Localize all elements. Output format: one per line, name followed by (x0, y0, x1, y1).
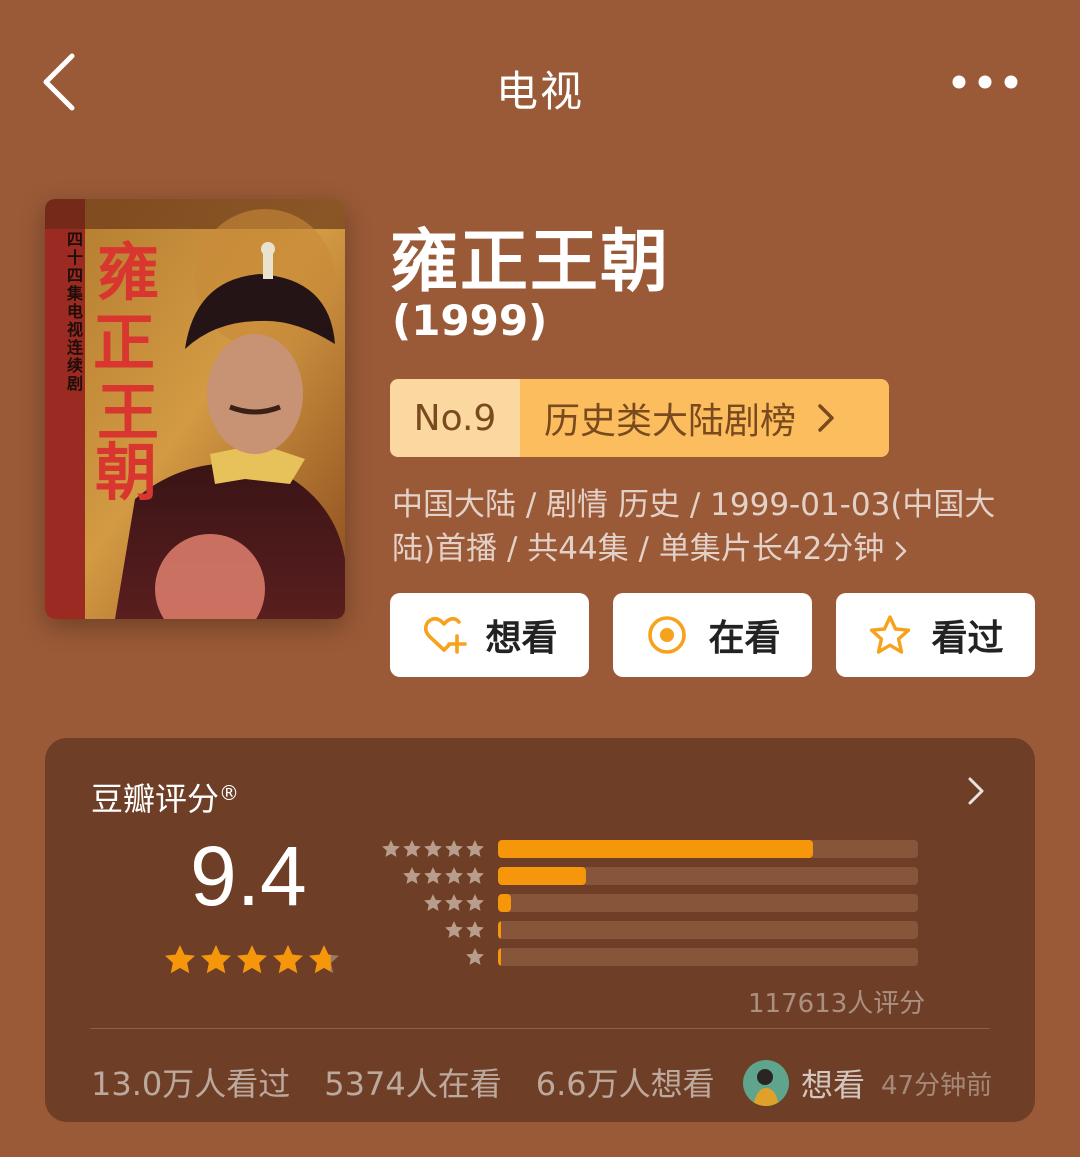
rating-row-2-star (375, 920, 918, 940)
star-icon (424, 894, 442, 911)
star-icon (165, 945, 195, 974)
want-label: 想看 (485, 618, 558, 659)
heart-plus-icon (424, 616, 468, 654)
svg-text:连: 连 (67, 338, 84, 357)
star-icon (445, 867, 463, 884)
rating-score: 9.4 (190, 829, 307, 923)
rating-bar-track (498, 894, 918, 912)
poster-calligraphy-glyph-4: 朝 (95, 436, 157, 509)
watching-button[interactable]: 在看 (613, 593, 812, 677)
watched-label: 看过 (931, 618, 1004, 659)
star-icon (237, 945, 267, 974)
star-icon (273, 945, 303, 974)
rank-number: No.9 (390, 379, 520, 457)
star-icon (309, 945, 339, 974)
watching-label: 在看 (708, 618, 781, 659)
svg-text:十: 十 (67, 248, 83, 267)
star-icon (445, 840, 463, 857)
want-button[interactable]: 想看 (390, 593, 589, 677)
score-stars (163, 943, 341, 977)
star-icon (466, 867, 484, 884)
rating-bar-track (498, 948, 918, 966)
star-icon (424, 840, 442, 857)
divider (90, 1028, 990, 1029)
star-icon (403, 867, 421, 884)
rating-bar-fill (498, 921, 501, 939)
rating-row-5-star (375, 839, 918, 859)
more-button[interactable] (952, 70, 1018, 94)
rating-bar-track (498, 921, 918, 939)
wish-count[interactable]: 6.6万人想看 (536, 1059, 715, 1105)
show-title: 雍正王朝 (390, 223, 671, 302)
rating-bar-track (498, 867, 918, 885)
avatar (743, 1060, 789, 1106)
chevron-right-icon (896, 541, 907, 560)
row-stars (375, 866, 485, 886)
watched-count[interactable]: 13.0万人看过 (91, 1059, 290, 1105)
rank-list: 历史类大陆剧榜 (520, 379, 889, 457)
friend-action: 想看 (801, 1066, 866, 1104)
more-dots-icon (952, 75, 1018, 89)
rating-count: 117613人评分 (748, 989, 926, 1019)
row-stars (375, 839, 485, 859)
svg-text:电: 电 (67, 302, 83, 321)
rating-row-1-star (375, 947, 918, 967)
star-outline-icon (870, 615, 911, 654)
rating-title: 豆瓣评分® (91, 774, 239, 820)
top-bar: 电视 (0, 0, 1080, 165)
trademark-symbol: ® (219, 781, 240, 805)
svg-text:集: 集 (66, 284, 84, 303)
svg-text:四: 四 (67, 266, 83, 285)
show-meta[interactable]: 中国大陆 / 剧情 历史 / 1999-01-03(中国大陆)首播 / 共44集… (392, 483, 1032, 571)
star-icon (445, 894, 463, 911)
svg-text:视: 视 (67, 320, 83, 339)
rating-row-4-star (375, 866, 918, 886)
rating-row-3-star (375, 893, 918, 913)
watch-stats: 13.0万人看过 5374人在看 6.6万人想看 (91, 1059, 715, 1105)
svg-text:续: 续 (67, 356, 83, 375)
rating-bar-fill (498, 948, 501, 966)
rank-list-name: 历史类大陆剧榜 (544, 401, 797, 442)
star-icon (201, 945, 231, 974)
rating-card[interactable]: 豆瓣评分® 9.4 117613人评分 13.0万人看过 5374人在看 6.6… (45, 738, 1035, 1122)
target-circle-icon (648, 616, 687, 654)
rating-bar-fill (498, 840, 813, 858)
row-stars (375, 947, 485, 967)
chevron-right-icon[interactable] (967, 776, 985, 806)
rating-title-text: 豆瓣评分 (91, 780, 220, 818)
watching-count[interactable]: 5374人在看 (324, 1059, 501, 1105)
svg-text:剧: 剧 (67, 374, 83, 393)
star-icon (466, 840, 484, 857)
svg-text:四: 四 (67, 230, 83, 249)
rating-bar-fill (498, 894, 511, 912)
star-icon (466, 921, 484, 938)
star-icon (424, 867, 442, 884)
row-stars (375, 893, 485, 913)
show-year: (1999) (392, 296, 548, 345)
friend-time: 47分钟前 (881, 1070, 993, 1101)
row-stars (375, 920, 485, 940)
star-icon (466, 948, 484, 965)
star-icon (382, 840, 400, 857)
star-icon (445, 921, 463, 938)
friend-activity[interactable]: 想看 47分钟前 (743, 1060, 992, 1106)
star-icon (403, 840, 421, 857)
rating-bar-fill (498, 867, 587, 885)
watched-button[interactable]: 看过 (836, 593, 1035, 677)
star-icon (466, 894, 484, 911)
rank-badge[interactable]: No.9 历史类大陆剧榜 (390, 379, 889, 457)
rating-bar-track (498, 840, 918, 858)
chevron-right-icon (818, 404, 834, 432)
poster-image[interactable]: 雍 正 王 朝 四十四 集电视 连续剧 (45, 199, 345, 619)
poster-calligraphy-glyph-1: 雍 (97, 236, 159, 309)
page-title: 电视 (495, 67, 584, 116)
poster-calligraphy-glyph-2: 正 (93, 306, 155, 379)
